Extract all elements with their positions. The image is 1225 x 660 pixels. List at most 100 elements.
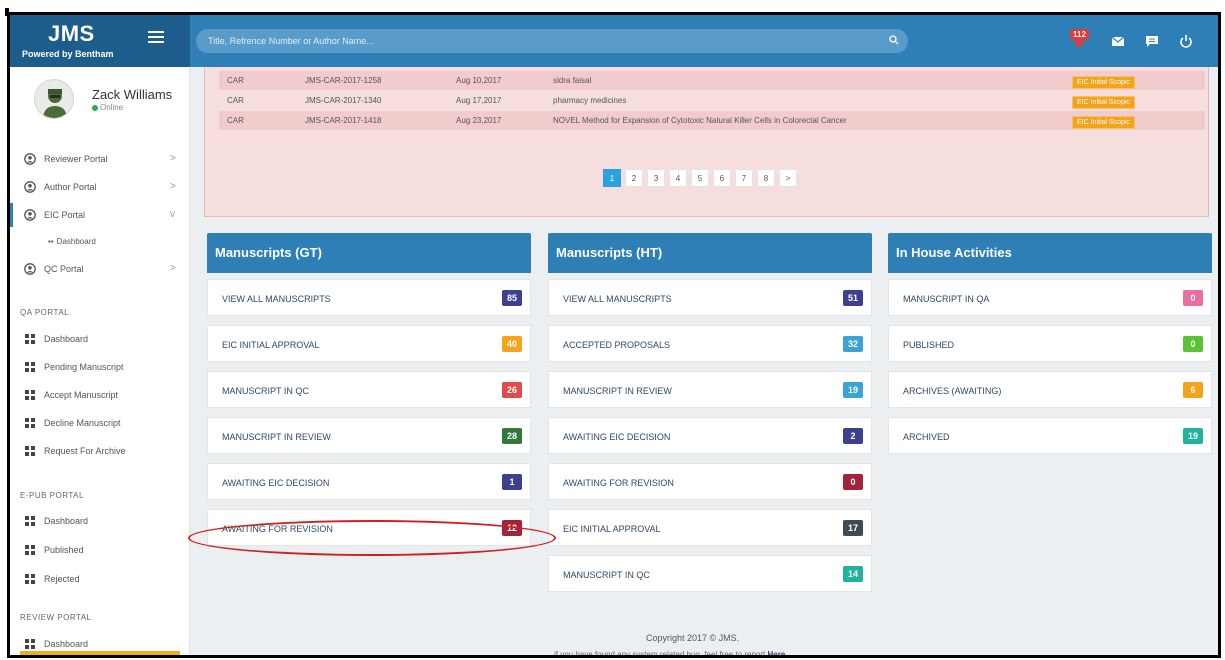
app-frame: JMS Powered by Bentham 112 Zack Williams… [7,12,1221,658]
page-button-3[interactable]: 3 [647,169,665,187]
card-ht-awaiting-for-revision[interactable]: AWAITING FOR REVISION 0 [548,463,872,500]
sidebar-item-rejected[interactable]: Rejected [10,567,190,591]
card-ht-accepted-proposals[interactable]: ACCEPTED PROPOSALS 32 [548,325,872,362]
cell-journal: CAR [227,96,244,105]
page-button-8[interactable]: 8 [757,169,775,187]
chat-icon[interactable] [1144,33,1160,49]
chevron-right-icon: > [170,153,176,164]
user-circle-icon [24,153,36,165]
sidebar-item-label: Pending Manuscript [44,362,124,372]
table-row[interactable]: CAR JMS-CAR-2017-1418 Aug 23,2017 NOVEL … [219,111,1205,130]
chevron-down-icon: v [170,209,175,220]
page-button-2[interactable]: 2 [625,169,643,187]
card-label: AWAITING FOR REVISION [563,478,674,488]
panel-manuscripts-ht: Manuscripts (HT) VIEW ALL MANUSCRIPTS 51 … [548,233,872,592]
user-circle-icon [24,263,36,275]
count-badge: 14 [843,566,863,582]
sidebar-item-qa-dashboard[interactable]: Dashboard [10,327,190,351]
user-circle-icon [24,181,36,193]
card-label: MANUSCRIPT IN QC [222,386,309,396]
count-badge: 28 [502,428,522,444]
avatar [34,79,74,119]
top-bar: JMS Powered by Bentham 112 [10,15,1218,67]
count-badge: 0 [1183,290,1203,306]
sidebar-item-accept-manuscript[interactable]: Accept Manuscript [10,383,190,407]
card-gt-manuscript-in-qc[interactable]: MANUSCRIPT IN QC 26 [207,371,531,408]
sidebar-item-label: Published [44,545,84,555]
user-circle-icon [24,209,36,221]
card-ht-manuscript-in-qc[interactable]: MANUSCRIPT IN QC 14 [548,555,872,592]
count-badge: 40 [502,336,522,352]
sidebar-item-label: Author Portal [44,182,97,192]
page-button-4[interactable]: 4 [669,169,687,187]
page-button-1[interactable]: 1 [603,169,621,187]
card-gt-eic-initial-approval[interactable]: EIC INITIAL APPROVAL 40 [207,325,531,362]
card-label: MANUSCRIPT IN REVIEW [222,432,331,442]
sidebar-item-decline-manuscript[interactable]: Decline Manuscript [10,411,190,435]
sidebar-item-request-for-archive[interactable]: Request For Archive [10,439,190,463]
count-badge: 19 [843,382,863,398]
sidebar-item-label: Accept Manuscript [44,390,119,400]
user-status-text: Online [100,103,124,112]
card-inhouse-published[interactable]: PUBLISHED 0 [888,325,1212,362]
report-bug-link[interactable]: Here... [767,650,791,655]
count-badge: 17 [843,520,863,536]
mail-icon[interactable] [1110,33,1126,49]
card-label: MANUSCRIPT IN QA [903,294,990,304]
sidebar-action-button[interactable] [20,651,180,655]
card-inhouse-archives-awaiting[interactable]: ARCHIVES (AWAITING) 6 [888,371,1212,408]
search-icon[interactable] [889,35,899,45]
cell-title: sidra faisal [553,76,592,85]
page-button-7[interactable]: 7 [735,169,753,187]
card-label: ARCHIVED [903,432,950,442]
card-inhouse-archived[interactable]: ARCHIVED 19 [888,417,1212,454]
card-label: EIC INITIAL APPROVAL [563,524,661,534]
card-gt-manuscript-in-review[interactable]: MANUSCRIPT IN REVIEW 28 [207,417,531,454]
card-gt-awaiting-for-revision[interactable]: AWAITING FOR REVISION 12 [207,509,531,546]
count-badge: 32 [843,336,863,352]
card-gt-awaiting-eic-decision[interactable]: AWAITING EIC DECISION 1 [207,463,531,500]
menu-icon[interactable] [148,31,164,45]
card-ht-view-all[interactable]: VIEW ALL MANUSCRIPTS 51 [548,279,872,316]
card-ht-manuscript-in-review[interactable]: MANUSCRIPT IN REVIEW 19 [548,371,872,408]
sidebar-item-published[interactable]: Published [10,538,190,562]
card-ht-eic-initial-approval[interactable]: EIC INITIAL APPROVAL 17 [548,509,872,546]
grid-icon [25,362,35,372]
sidebar-item-qc-portal[interactable]: QC Portal > [10,257,190,281]
card-label: ARCHIVES (AWAITING) [903,386,1002,396]
table-row[interactable]: CAR JMS-CAR-2017-1258 Aug 10,2017 sidra … [219,71,1205,90]
page-button-5[interactable]: 5 [691,169,709,187]
sidebar-item-epub-dashboard[interactable]: Dashboard [10,509,190,533]
card-label: EIC INITIAL APPROVAL [222,340,320,350]
pagination: 1 2 3 4 5 6 7 8 > [603,168,801,188]
sidebar-item-pending-manuscript[interactable]: Pending Manuscript [10,355,190,379]
count-badge: 19 [1183,428,1203,444]
card-label: PUBLISHED [903,340,955,350]
search-input[interactable] [196,29,908,53]
card-label: AWAITING EIC DECISION [563,432,671,442]
grid-icon [25,334,35,344]
brand[interactable]: JMS Powered by Bentham [10,15,190,67]
brand-title: JMS [48,21,95,46]
notification-count-badge: 112 [1070,29,1089,40]
card-label: ACCEPTED PROPOSALS [563,340,671,350]
card-inhouse-manuscript-in-qa[interactable]: MANUSCRIPT IN QA 0 [888,279,1212,316]
chevron-right-icon: > [170,181,176,192]
table-row[interactable]: CAR JMS-CAR-2017-1340 Aug 17,2017 pharma… [219,91,1205,110]
sidebar-item-author-portal[interactable]: Author Portal > [10,175,190,199]
count-badge: 0 [843,474,863,490]
page-button-6[interactable]: 6 [713,169,731,187]
count-badge: 6 [1183,382,1203,398]
card-label: VIEW ALL MANUSCRIPTS [563,294,672,304]
panel-title-ht: Manuscripts (HT) [548,233,872,273]
section-heading-review-portal: REVIEW PORTAL [20,613,92,622]
next-page-button[interactable]: > [779,169,797,187]
sidebar-subitem-eic-dashboard[interactable]: ▪▪ Dashboard [48,237,96,246]
sidebar-item-label: Request For Archive [44,446,126,456]
user-profile[interactable]: Zack Williams Online [10,67,190,135]
power-icon[interactable] [1178,33,1194,49]
sidebar-item-eic-portal[interactable]: EIC Portal v [10,203,190,227]
card-ht-awaiting-eic-decision[interactable]: AWAITING EIC DECISION 2 [548,417,872,454]
sidebar-item-reviewer-portal[interactable]: Reviewer Portal > [10,147,190,171]
card-gt-view-all[interactable]: VIEW ALL MANUSCRIPTS 85 [207,279,531,316]
